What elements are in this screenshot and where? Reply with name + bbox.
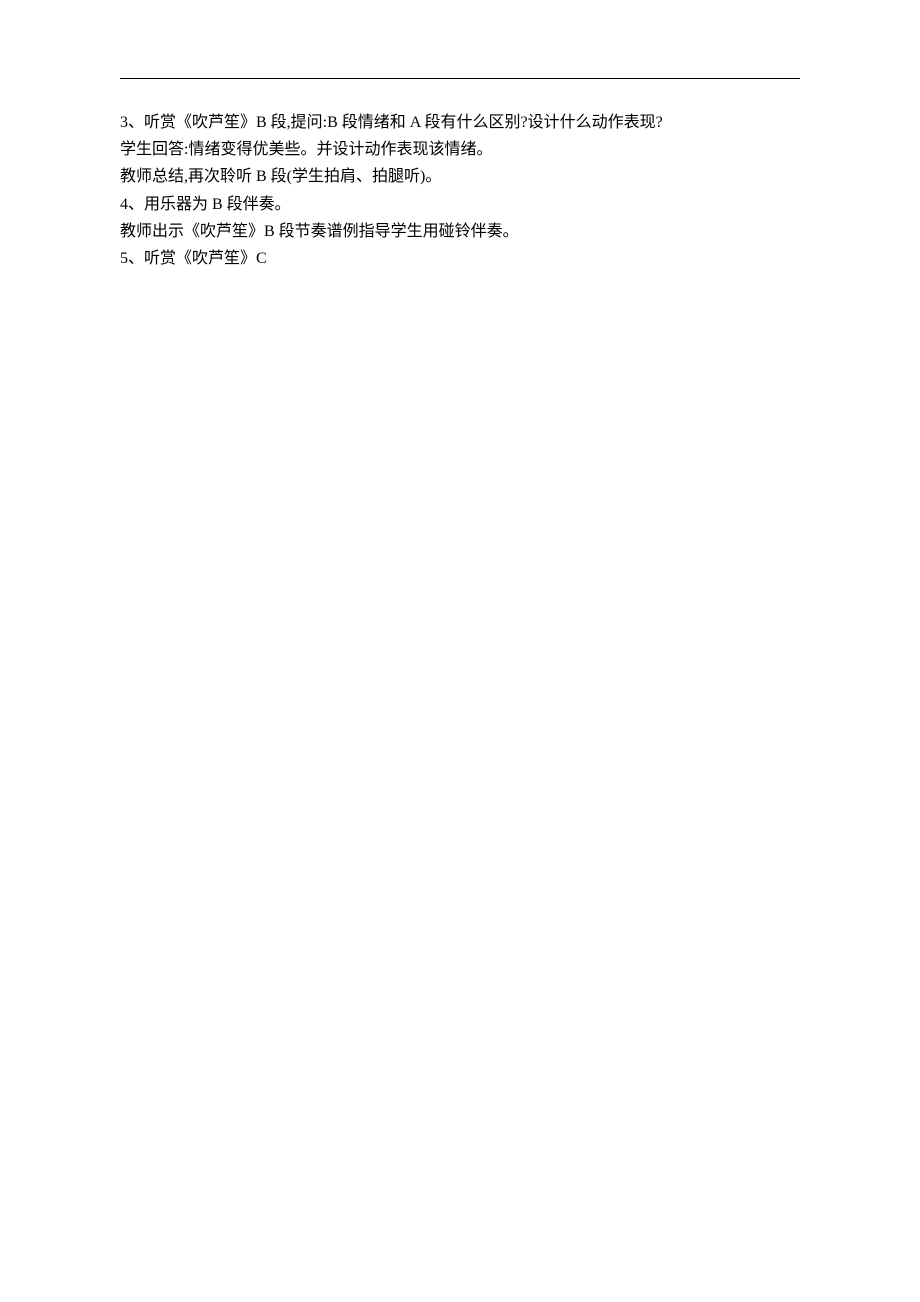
- paragraph-line-3: 教师总结,再次聆听 B 段(学生拍肩、拍腿听)。: [120, 163, 800, 190]
- horizontal-rule: [120, 78, 800, 79]
- paragraph-line-6: 5、听赏《吹芦笙》C: [120, 245, 800, 272]
- paragraph-line-5: 教师出示《吹芦笙》B 段节奏谱例指导学生用碰铃伴奏。: [120, 218, 800, 245]
- document-page: 3、听赏《吹芦笙》B 段,提问:B 段情绪和 A 段有什么区别?设计什么动作表现…: [0, 0, 920, 1302]
- paragraph-line-2: 学生回答:情绪变得优美些。并设计动作表现该情绪。: [120, 136, 800, 163]
- paragraph-line-4: 4、用乐器为 B 段伴奏。: [120, 191, 800, 218]
- paragraph-line-1: 3、听赏《吹芦笙》B 段,提问:B 段情绪和 A 段有什么区别?设计什么动作表现…: [120, 109, 800, 136]
